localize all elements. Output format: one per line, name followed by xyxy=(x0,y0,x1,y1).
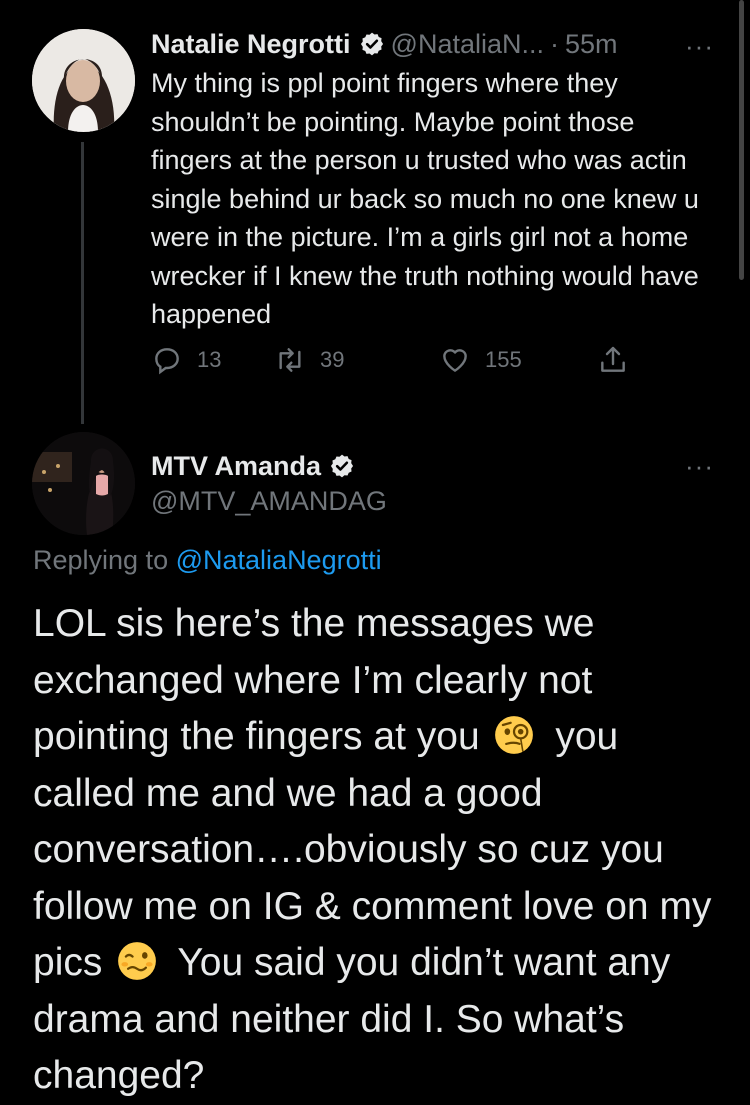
display-name[interactable]: Natalie Negrotti xyxy=(151,29,351,60)
reply-button[interactable]: 13 xyxy=(151,344,274,376)
tweet-text: My thing is ppl point fingers where they… xyxy=(151,68,699,329)
scrollbar[interactable] xyxy=(739,0,744,280)
more-options-icon[interactable]: ··· xyxy=(685,31,714,62)
like-count: 155 xyxy=(485,347,522,372)
replying-prefix: Replying to xyxy=(33,545,169,575)
verified-badge-icon xyxy=(330,454,354,478)
retweet-button[interactable]: 39 xyxy=(274,344,439,376)
like-button[interactable]: 155 xyxy=(439,344,597,376)
reply-count: 13 xyxy=(197,347,222,372)
share-icon xyxy=(601,346,625,372)
face-with-monocle-emoji xyxy=(495,716,534,754)
user-handle[interactable]: @NataliaN... xyxy=(391,29,544,60)
like-icon xyxy=(443,349,467,372)
retweet-icon xyxy=(279,348,301,372)
retweet-count: 39 xyxy=(320,347,345,372)
tweet-text: LOL sis here’s the messages we exchanged… xyxy=(33,596,723,1105)
avatar[interactable] xyxy=(32,29,135,132)
replying-to: Replying to @NataliaNegrotti xyxy=(33,545,382,576)
reply-icon xyxy=(155,348,179,375)
avatar-photo xyxy=(32,432,135,535)
display-name[interactable]: MTV Amanda xyxy=(151,451,321,482)
user-handle[interactable]: @MTV_AMANDAG xyxy=(151,486,387,517)
woozy-face-emoji xyxy=(118,942,157,980)
tweet-actions: 13 39 155 xyxy=(151,344,629,376)
tweet-header: MTV Amanda xyxy=(151,448,361,484)
verified-badge-icon xyxy=(360,32,383,56)
avatar-photo xyxy=(32,29,135,132)
avatar[interactable] xyxy=(32,432,135,535)
more-options-icon[interactable]: ··· xyxy=(685,451,714,482)
replying-to-link[interactable]: @NataliaNegrotti xyxy=(176,545,382,575)
timestamp[interactable]: 55m xyxy=(565,29,618,60)
share-button[interactable] xyxy=(597,344,629,376)
thread-line xyxy=(81,142,84,424)
separator: · xyxy=(550,28,560,59)
tweet-header: Natalie Negrotti @NataliaN... · 55m xyxy=(151,26,618,62)
